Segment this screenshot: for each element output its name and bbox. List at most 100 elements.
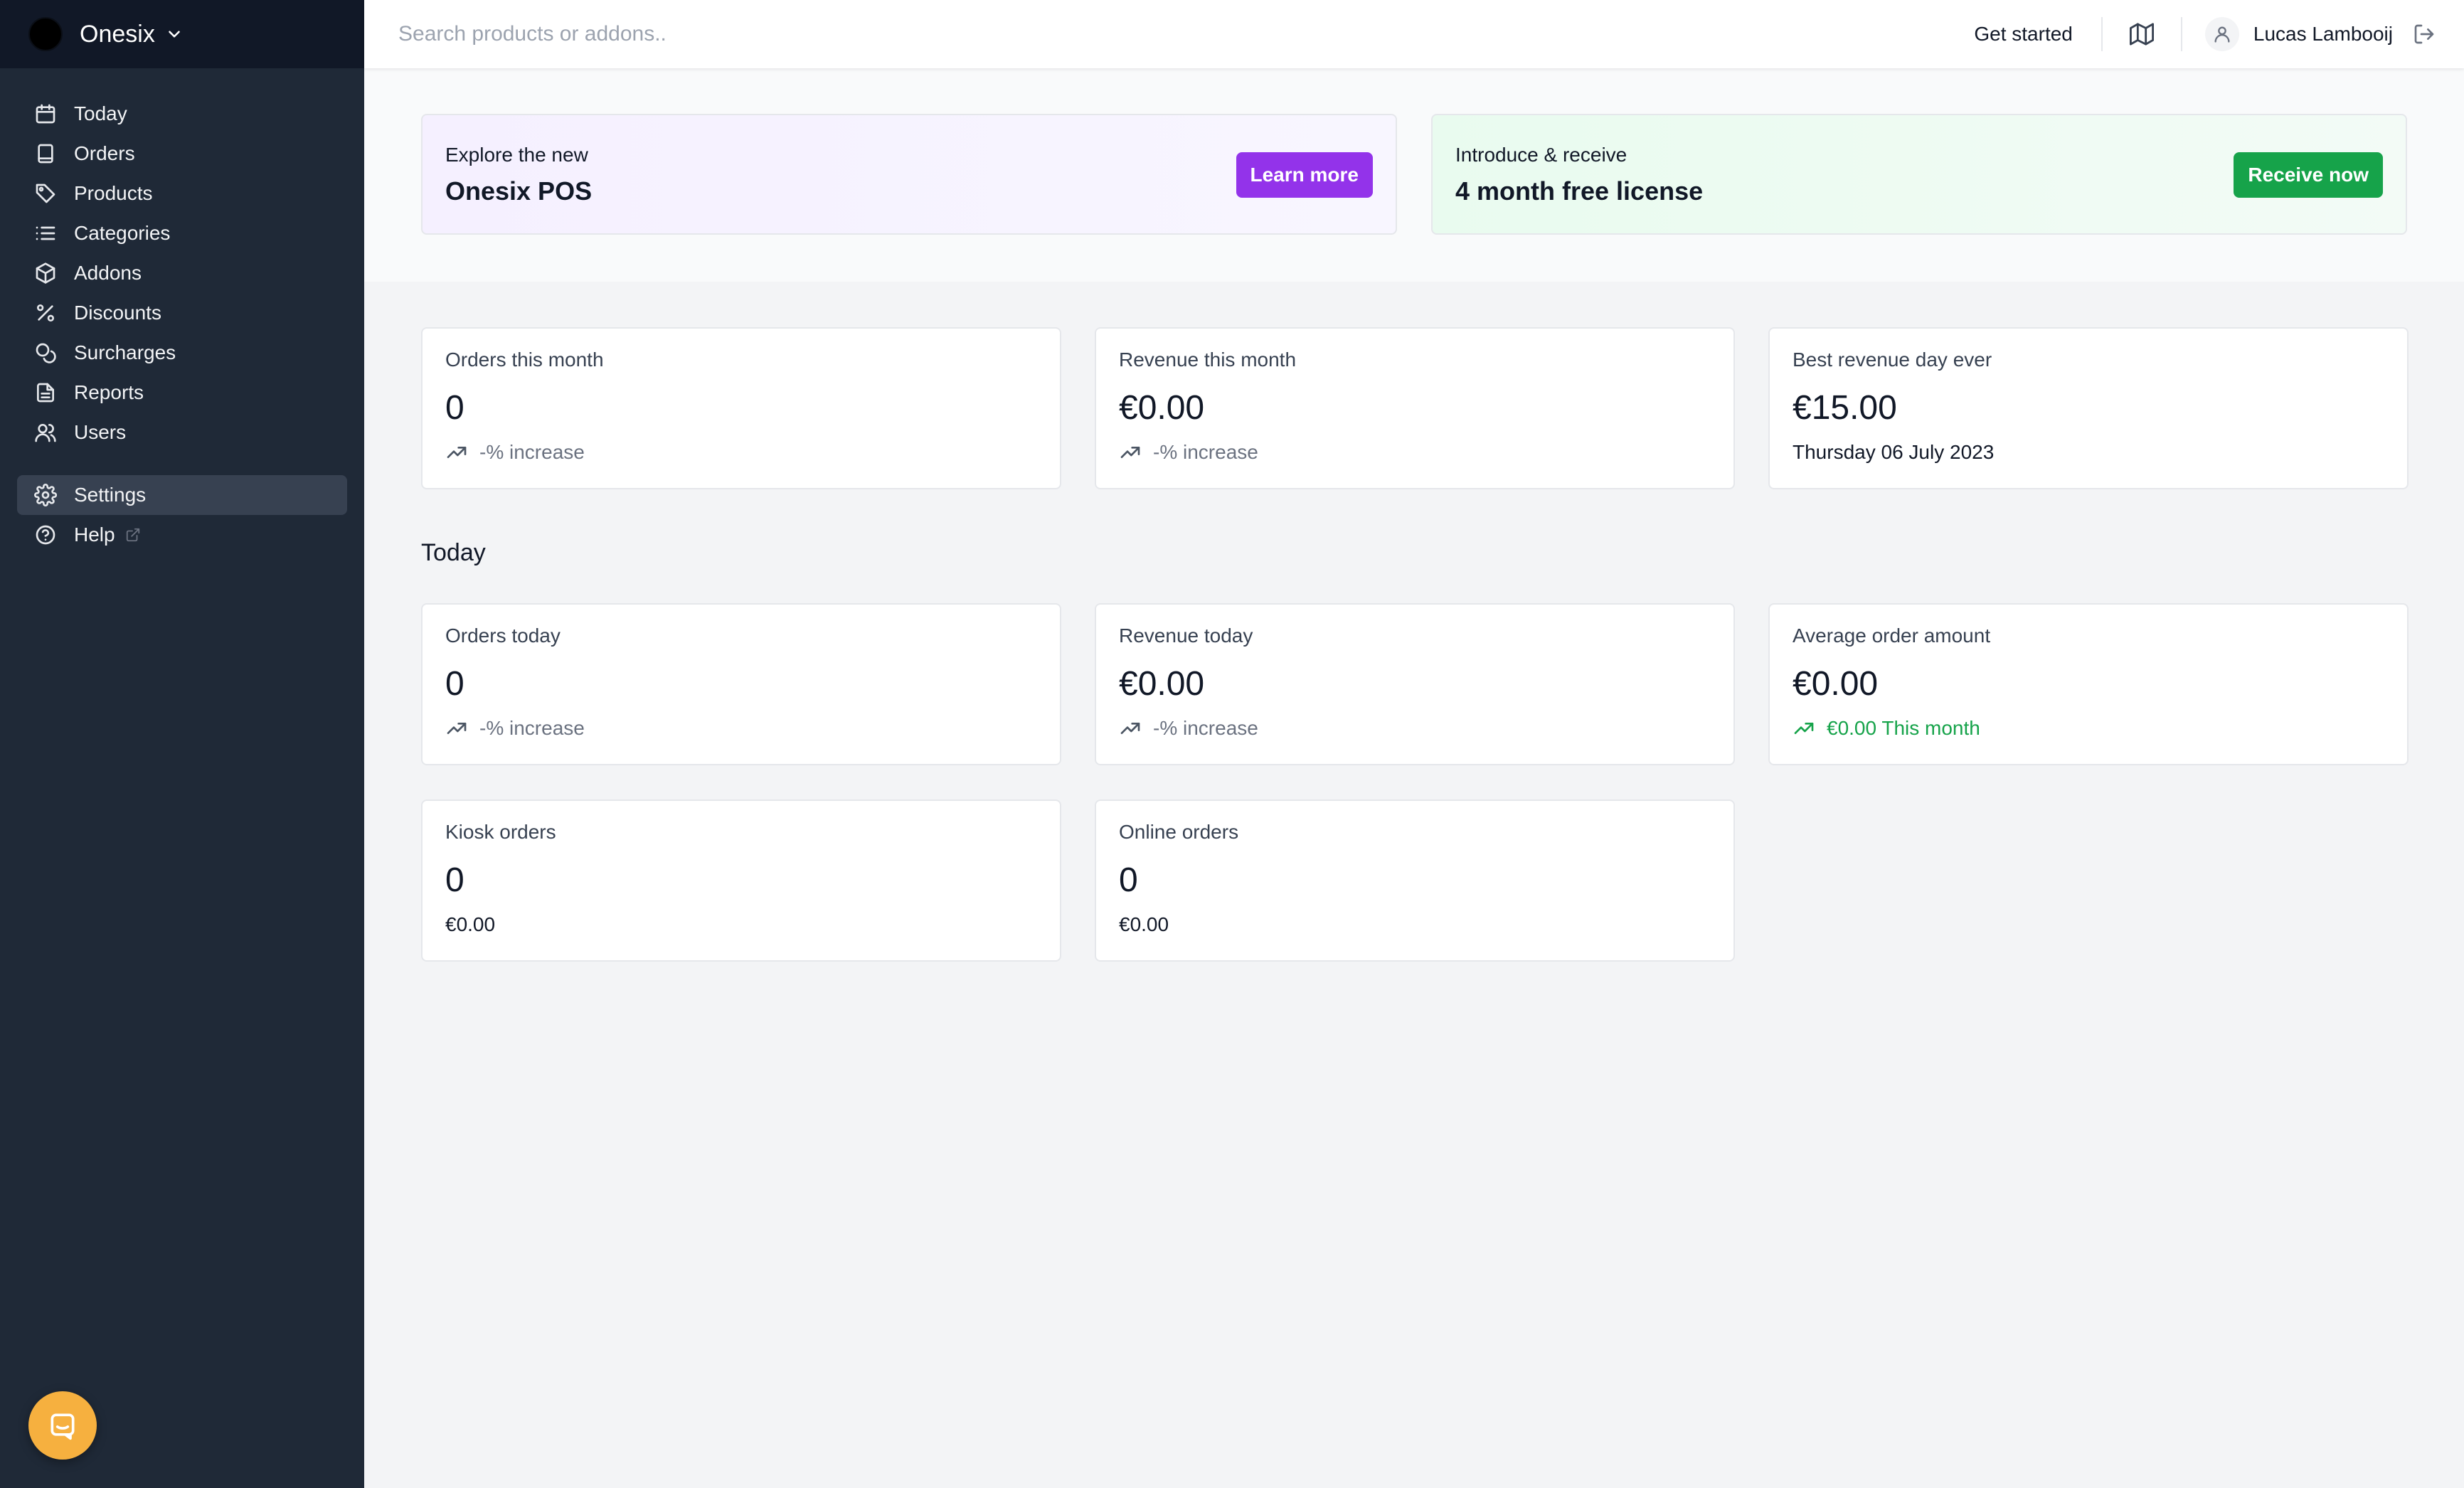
sidebar-nav: Today Orders Products Categories Addons … [0,68,364,555]
stat-value: 0 [1119,861,1138,899]
stat-label: Orders this month [445,349,604,371]
stat-trend: -% increase [1119,717,1711,740]
stat-label: Best revenue day ever [1793,349,1992,371]
stat-trend-text: -% increase [1153,441,1258,463]
list-icon [36,226,55,240]
cube-icon [36,262,55,284]
sidebar: Onesix Today Orders Products Categories … [0,0,364,1488]
sidebar-item-label: Orders [74,142,135,164]
sidebar-item-today[interactable]: Today [17,94,347,134]
sidebar-item-help[interactable]: Help [17,515,347,555]
stat-card-kiosk-orders: Kiosk orders 0 €0.00 [421,799,1061,962]
sidebar-item-surcharges[interactable]: Surcharges [17,333,347,373]
sidebar-item-label: Help [74,524,115,546]
stat-label: Average order amount [1793,625,1991,647]
sidebar-item-label: Settings [74,484,147,506]
sidebar-item-categories[interactable]: Categories [17,213,347,253]
brand-name: Onesix [80,20,155,48]
section-title-today: Today [421,539,486,566]
tag-icon [36,184,55,203]
receipt-icon [38,144,53,164]
stat-trend: -% increase [445,441,1037,464]
workspace-switcher[interactable]: Onesix [0,0,364,68]
chevron-down-icon [169,31,180,38]
trending-up-icon [1794,723,1814,734]
stat-label: Kiosk orders [445,821,556,843]
search-input[interactable] [364,0,1975,68]
stat-amount: €0.00 [445,913,1037,936]
stat-value: 0 [445,665,464,703]
avatar [2204,17,2239,51]
coins-icon [36,343,56,363]
stat-amount-text: €0.00 [445,913,496,935]
stat-card-revenue-month: Revenue this month €0.00 -% increase [1095,327,1735,489]
calendar-icon [36,104,55,124]
receive-now-button[interactable]: Receive now [2234,152,2383,198]
stat-label: Online orders [1119,821,1239,843]
trending-up-icon [1120,723,1140,734]
document-icon [37,383,54,403]
sidebar-item-label: Products [74,182,153,204]
brand-logo [28,17,63,51]
sidebar-item-label: Users [74,421,127,443]
stat-value: €0.00 [1793,665,1879,703]
stat-card-average-order: Average order amount €0.00 €0.00 This mo… [1768,603,2409,765]
user-icon [2214,26,2230,43]
divider [2101,17,2103,51]
referral-promo-banner: Introduce & receive 4 month free license… [1431,114,2407,235]
sidebar-item-settings[interactable]: Settings [17,475,347,515]
stat-trend: €0.00 This month [1793,717,2384,740]
get-started-link[interactable]: Get started [1974,23,2073,46]
stat-value: €0.00 [1119,665,1205,703]
learn-more-button[interactable]: Learn more [1236,152,1373,198]
sidebar-item-products[interactable]: Products [17,174,347,213]
stat-amount-text: €0.00 [1119,913,1169,935]
user-name: Lucas Lambooij [2253,23,2393,45]
sidebar-item-label: Addons [74,262,142,284]
stat-value: €15.00 [1793,389,1897,427]
trending-up-icon [447,723,467,734]
banner-title: Onesix POS [445,176,593,206]
stat-value: 0 [445,389,464,427]
sidebar-item-orders[interactable]: Orders [17,134,347,174]
trending-up-icon [1120,447,1140,458]
chat-icon [51,1413,75,1440]
sidebar-item-label: Discounts [74,302,161,324]
user-menu[interactable]: Lucas Lambooij [2204,17,2393,51]
sidebar-item-addons[interactable]: Addons [17,253,347,293]
help-circle-icon [36,525,55,545]
stat-card-orders-today: Orders today 0 -% increase [421,603,1061,765]
stat-label: Orders today [445,625,561,647]
users-icon [35,424,56,442]
stat-card-best-day: Best revenue day ever €15.00 Thursday 06… [1768,327,2409,489]
chat-launcher-button[interactable] [28,1391,97,1460]
sidebar-item-reports[interactable]: Reports [17,373,347,413]
sidebar-item-discounts[interactable]: Discounts [17,293,347,333]
stat-date: Thursday 06 July 2023 [1793,441,2384,464]
percent-icon [37,304,54,321]
pos-promo-banner: Explore the new Onesix POS Learn more [421,114,1397,235]
stat-label: Revenue today [1119,625,1253,647]
stat-trend-text: -% increase [479,441,585,463]
external-link-icon [126,528,139,542]
sidebar-item-users[interactable]: Users [17,413,347,452]
gear-icon [34,484,57,506]
sidebar-item-label: Reports [74,381,144,403]
stat-trend-text: -% increase [479,717,585,739]
stat-trend: -% increase [1119,441,1711,464]
stat-date-text: Thursday 06 July 2023 [1793,441,1995,463]
stat-value: €0.00 [1119,389,1205,427]
map-icon[interactable] [2129,22,2154,46]
stat-card-revenue-today: Revenue today €0.00 -% increase [1095,603,1735,765]
sidebar-item-label: Surcharges [74,341,176,363]
stat-value: 0 [445,861,464,899]
banner-subtitle: Explore the new [445,144,588,166]
promo-banners: Explore the new Onesix POS Learn more In… [364,68,2464,282]
trending-up-icon [447,447,467,458]
sidebar-item-label: Today [74,102,127,124]
stat-card-online-orders: Online orders 0 €0.00 [1095,799,1735,962]
sidebar-item-label: Categories [74,222,171,244]
logout-icon[interactable] [2413,23,2436,46]
stat-label: Revenue this month [1119,349,1297,371]
stat-card-orders-month: Orders this month 0 -% increase [421,327,1061,489]
